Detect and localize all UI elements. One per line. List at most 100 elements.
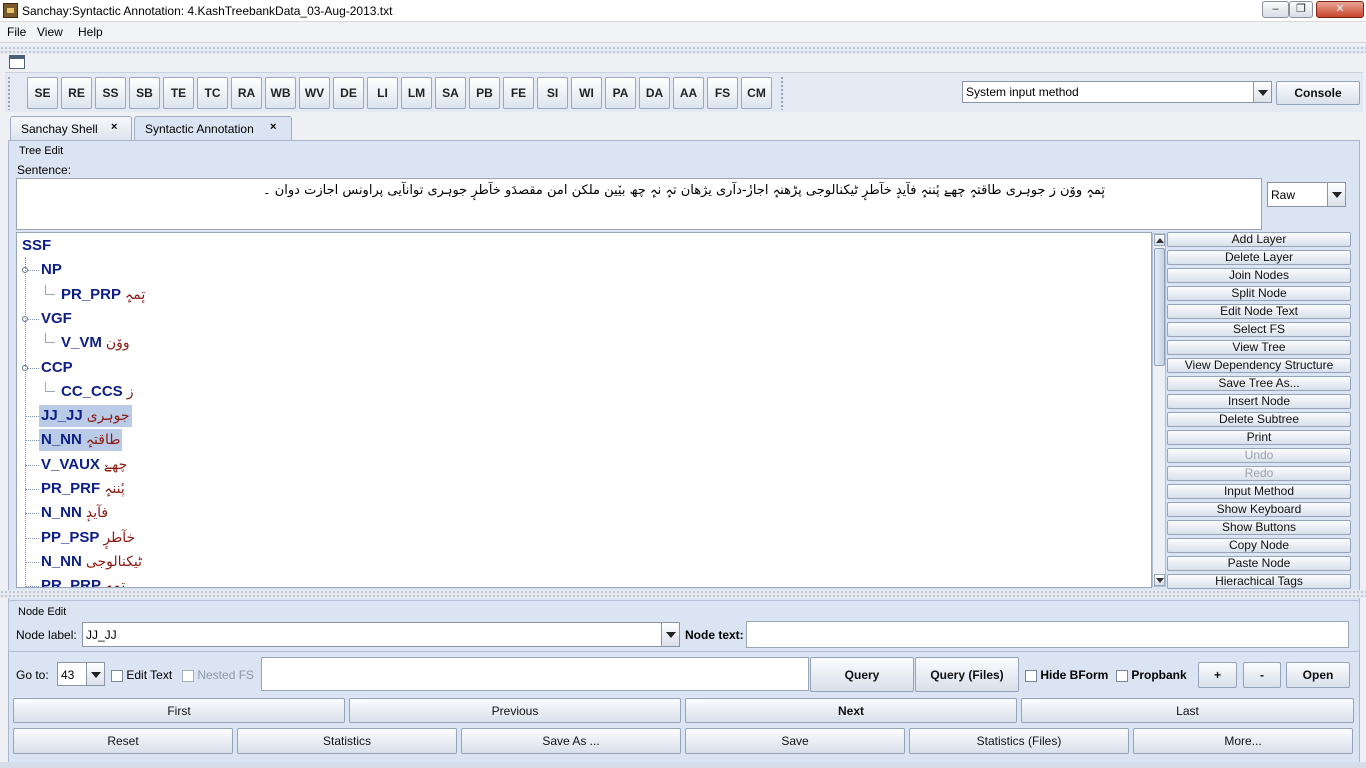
syntax-tree-view[interactable]: SSF NP PR_PRP تٕمہٕ VGF V_VM ووٚن CCP CC_CCS ز JJ_… bbox=[16, 232, 1152, 588]
tree-node[interactable]: PR_PRF پٔننہٕ bbox=[39, 478, 127, 500]
internal-window-icon[interactable] bbox=[9, 55, 25, 69]
menu-view[interactable]: View bbox=[37, 25, 63, 39]
propbank-checkbox[interactable]: Propbank bbox=[1116, 668, 1187, 682]
tool-button-wi[interactable]: WI bbox=[571, 77, 602, 109]
tool-button-lm[interactable]: LM bbox=[401, 77, 432, 109]
side-button-edit-node-text[interactable]: Edit Node Text bbox=[1167, 304, 1351, 319]
hide-bform-checkbox[interactable]: Hide BForm bbox=[1025, 668, 1108, 682]
sentence-text-area[interactable]: تٕمہٕ ووٚن ز جوہری طاقتہٕ چھےٚ پٔننہٕ فآ… bbox=[16, 178, 1262, 230]
side-button-delete-subtree[interactable]: Delete Subtree bbox=[1167, 412, 1351, 427]
tree-node[interactable]: NP bbox=[39, 259, 64, 281]
tool-button-pb[interactable]: PB bbox=[469, 77, 500, 109]
query-button[interactable]: Query bbox=[810, 657, 914, 692]
toolbar-grip-handle-2[interactable] bbox=[780, 76, 784, 110]
tool-button-ra[interactable]: RA bbox=[231, 77, 262, 109]
maximize-button[interactable]: ❐ bbox=[1289, 1, 1313, 18]
console-button[interactable]: Console bbox=[1276, 81, 1360, 105]
checkbox-icon[interactable] bbox=[1116, 669, 1128, 682]
decrease-button[interactable]: - bbox=[1243, 662, 1281, 688]
increase-button[interactable]: + bbox=[1198, 662, 1237, 688]
goto-select[interactable]: 43 bbox=[57, 662, 105, 686]
query-files-button[interactable]: Query (Files) bbox=[915, 657, 1019, 692]
side-button-hierachical-tags[interactable]: Hierachical Tags bbox=[1167, 574, 1351, 589]
tree-node[interactable]: PP_PSP خآطرٕ bbox=[39, 527, 137, 549]
first-button[interactable]: First bbox=[13, 698, 345, 723]
tool-button-ss[interactable]: SS bbox=[95, 77, 126, 109]
tree-scrollbar[interactable] bbox=[1152, 233, 1166, 587]
close-icon[interactable]: × bbox=[111, 121, 117, 133]
tool-button-li[interactable]: LI bbox=[367, 77, 398, 109]
checkbox-icon[interactable] bbox=[1025, 669, 1037, 682]
side-button-join-nodes[interactable]: Join Nodes bbox=[1167, 268, 1351, 283]
side-button-delete-layer[interactable]: Delete Layer bbox=[1167, 250, 1351, 265]
tree-node[interactable]: N_NN طاقتہٕ bbox=[39, 429, 123, 452]
minimize-button[interactable]: – bbox=[1262, 1, 1289, 18]
tree-node[interactable]: N_NN ٹیکنالوجی bbox=[39, 551, 144, 573]
statistics-button[interactable]: Statistics bbox=[237, 728, 457, 754]
chevron-down-icon[interactable] bbox=[1253, 82, 1271, 102]
chevron-down-icon[interactable] bbox=[661, 623, 679, 646]
tree-node[interactable]: V_VAUX چھےٚ bbox=[39, 454, 129, 476]
save-button[interactable]: Save bbox=[685, 728, 905, 754]
side-button-show-buttons[interactable]: Show Buttons bbox=[1167, 520, 1351, 535]
tool-button-pa[interactable]: PA bbox=[605, 77, 636, 109]
tree-node[interactable]: CC_CCS ز bbox=[59, 381, 135, 403]
tool-button-tc[interactable]: TC bbox=[197, 77, 228, 109]
tool-button-cm[interactable]: CM bbox=[741, 77, 772, 109]
side-button-add-layer[interactable]: Add Layer bbox=[1167, 232, 1351, 247]
previous-button[interactable]: Previous bbox=[349, 698, 681, 723]
format-select[interactable]: Raw bbox=[1267, 182, 1346, 207]
scroll-down-arrow[interactable] bbox=[1154, 574, 1165, 586]
tool-button-re[interactable]: RE bbox=[61, 77, 92, 109]
tool-button-te[interactable]: TE bbox=[163, 77, 194, 109]
tab-sanchay-shell[interactable]: Sanchay Shell × bbox=[10, 116, 132, 140]
nested-fs-checkbox[interactable]: Nested FS bbox=[182, 668, 254, 682]
tool-button-se[interactable]: SE bbox=[27, 77, 58, 109]
side-button-select-fs[interactable]: Select FS bbox=[1167, 322, 1351, 337]
side-button-redo[interactable]: Redo bbox=[1167, 466, 1351, 481]
next-button[interactable]: Next bbox=[685, 698, 1017, 723]
tool-button-fe[interactable]: FE bbox=[503, 77, 534, 109]
chevron-down-icon[interactable] bbox=[1327, 183, 1345, 206]
input-method-select[interactable]: System input method bbox=[962, 81, 1272, 103]
checkbox-icon[interactable] bbox=[182, 669, 194, 682]
side-button-copy-node[interactable]: Copy Node bbox=[1167, 538, 1351, 553]
node-label-select[interactable]: JJ_JJ bbox=[82, 622, 680, 647]
side-button-input-method[interactable]: Input Method bbox=[1167, 484, 1351, 499]
tree-node[interactable]: V_VM ووٚن bbox=[59, 332, 132, 354]
statistics-files-button[interactable]: Statistics (Files) bbox=[909, 728, 1129, 754]
menu-help[interactable]: Help bbox=[78, 25, 103, 39]
side-button-save-tree-as[interactable]: Save Tree As... bbox=[1167, 376, 1351, 391]
side-button-view-dependency-structure[interactable]: View Dependency Structure bbox=[1167, 358, 1351, 373]
side-button-print[interactable]: Print bbox=[1167, 430, 1351, 445]
side-button-insert-node[interactable]: Insert Node bbox=[1167, 394, 1351, 409]
tab-syntactic-annotation[interactable]: Syntactic Annotation × bbox=[134, 116, 292, 141]
node-text-field[interactable] bbox=[746, 621, 1349, 648]
tool-button-wb[interactable]: WB bbox=[265, 77, 296, 109]
tool-button-de[interactable]: DE bbox=[333, 77, 364, 109]
side-button-view-tree[interactable]: View Tree bbox=[1167, 340, 1351, 355]
tool-button-aa[interactable]: AA bbox=[673, 77, 704, 109]
side-button-undo[interactable]: Undo bbox=[1167, 448, 1351, 463]
split-pane-divider[interactable] bbox=[0, 590, 1366, 598]
more-button[interactable]: More... bbox=[1133, 728, 1353, 754]
side-button-split-node[interactable]: Split Node bbox=[1167, 286, 1351, 301]
tree-node[interactable]: PR_PRP تٕمہٕ bbox=[59, 284, 147, 306]
scroll-up-arrow[interactable] bbox=[1154, 234, 1165, 246]
last-button[interactable]: Last bbox=[1021, 698, 1354, 723]
tool-button-wv[interactable]: WV bbox=[299, 77, 330, 109]
tree-node[interactable]: N_NN فآیدٕ bbox=[39, 502, 110, 524]
close-icon[interactable]: × bbox=[270, 121, 276, 133]
tree-node[interactable]: SSF bbox=[20, 235, 53, 257]
menu-file[interactable]: File bbox=[7, 25, 26, 39]
side-button-show-keyboard[interactable]: Show Keyboard bbox=[1167, 502, 1351, 517]
edit-text-checkbox[interactable]: Edit Text bbox=[111, 668, 172, 682]
tool-button-sb[interactable]: SB bbox=[129, 77, 160, 109]
checkbox-icon[interactable] bbox=[111, 669, 123, 682]
reset-button[interactable]: Reset bbox=[13, 728, 233, 754]
side-button-paste-node[interactable]: Paste Node bbox=[1167, 556, 1351, 571]
tree-node[interactable]: PR_PRP تٕمہٕ bbox=[39, 575, 127, 587]
chevron-down-icon[interactable] bbox=[86, 663, 104, 685]
close-window-button[interactable]: ✕ bbox=[1316, 1, 1364, 18]
open-button[interactable]: Open bbox=[1286, 662, 1350, 688]
